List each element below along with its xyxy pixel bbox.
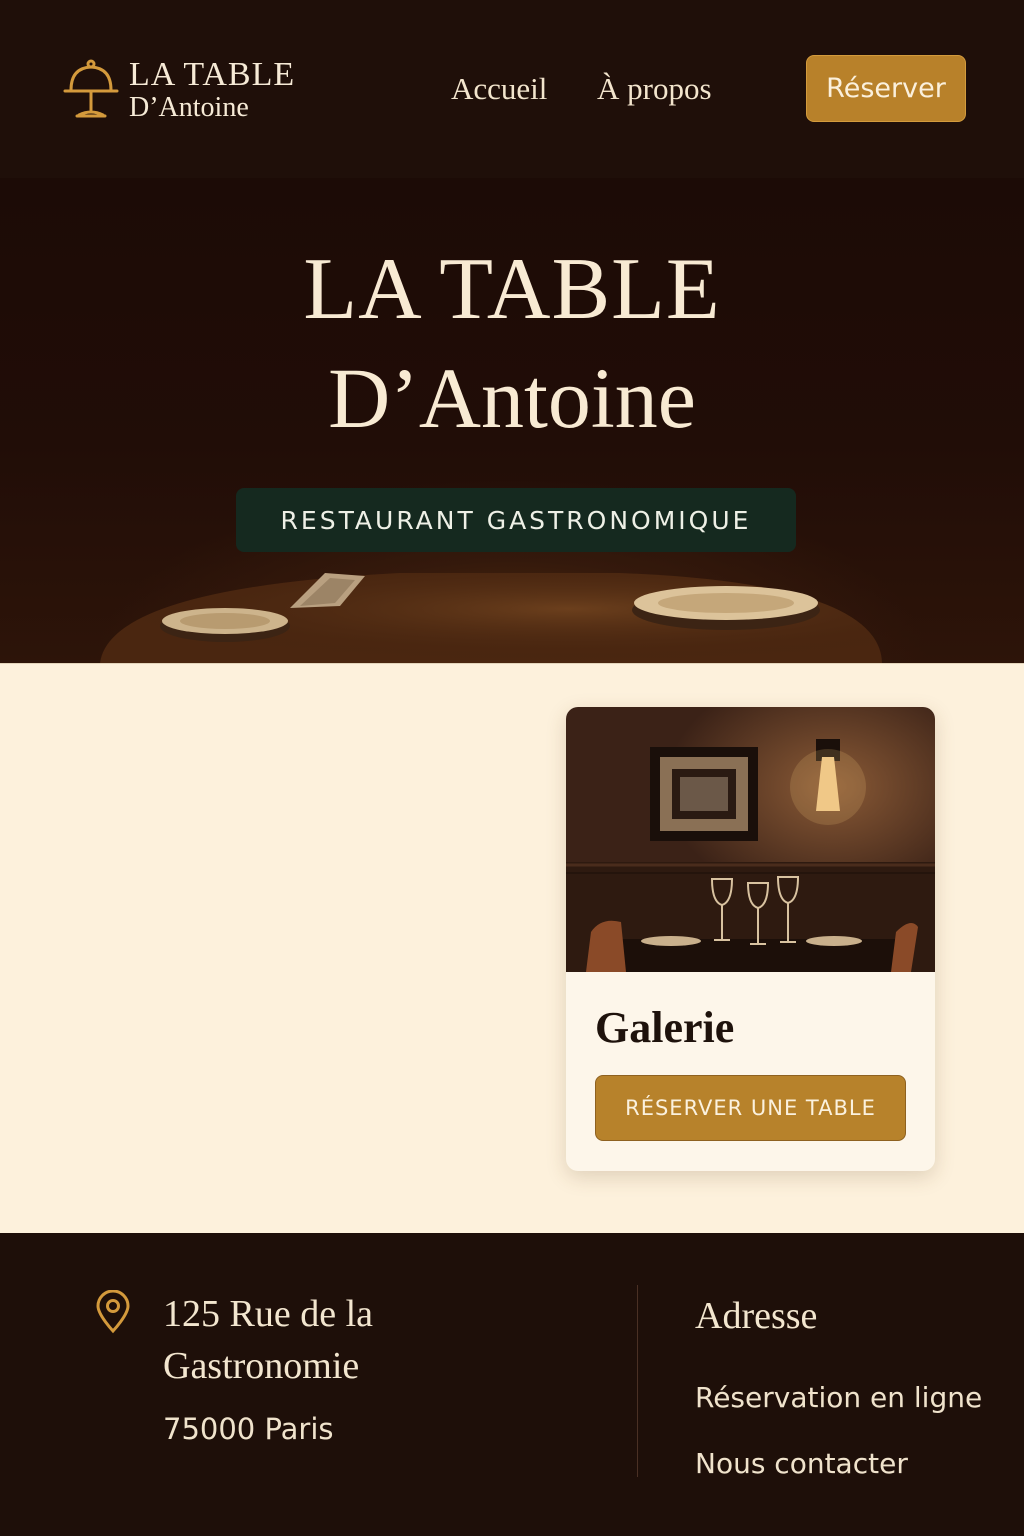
site-header: LA TABLE D’Antoine Accueil À propos Rése… — [0, 0, 1024, 178]
reserve-table-button[interactable]: RÉSERVER UNE TABLE — [595, 1075, 906, 1141]
reserve-button[interactable]: Réserver — [806, 55, 966, 122]
gallery-card: Galerie RÉSERVER UNE TABLE — [566, 707, 935, 1171]
address-city: 75000 Paris — [163, 1412, 334, 1446]
hero-badge: RESTAURANT GASTRONOMIQUE — [236, 488, 796, 552]
hero-table-image — [100, 573, 882, 663]
gallery-photo[interactable] — [566, 707, 935, 972]
site-footer: 125 Rue de la Gastronomie 75000 Paris Ad… — [0, 1233, 1024, 1536]
hero-title: LA TABLE — [303, 241, 721, 338]
address-street-2: Gastronomie — [163, 1345, 360, 1387]
map-pin-icon — [96, 1290, 130, 1334]
footer-heading: Adresse — [695, 1295, 818, 1337]
online-reservation-link[interactable]: Réservation en ligne — [695, 1380, 982, 1416]
footer-divider — [637, 1285, 638, 1477]
main-section: Galerie RÉSERVER UNE TABLE — [0, 663, 1024, 1233]
hero-subtitle: D’Antoine — [328, 350, 696, 446]
nav-a-propos[interactable]: À propos — [597, 70, 712, 108]
hero-section: LA TABLE D’Antoine RESTAURANT GASTRONOMI… — [0, 178, 1024, 663]
contact-link[interactable]: Nous contacter — [695, 1446, 908, 1482]
cloche-icon — [63, 59, 119, 118]
nav-accueil[interactable]: Accueil — [451, 70, 547, 108]
logo-name: LA TABLE — [129, 56, 296, 93]
address-street: 125 Rue de la — [163, 1293, 374, 1335]
logo-subname: D’Antoine — [129, 92, 249, 123]
gallery-title: Galerie — [595, 1003, 735, 1052]
logo[interactable]: LA TABLE D’Antoine — [62, 56, 342, 126]
